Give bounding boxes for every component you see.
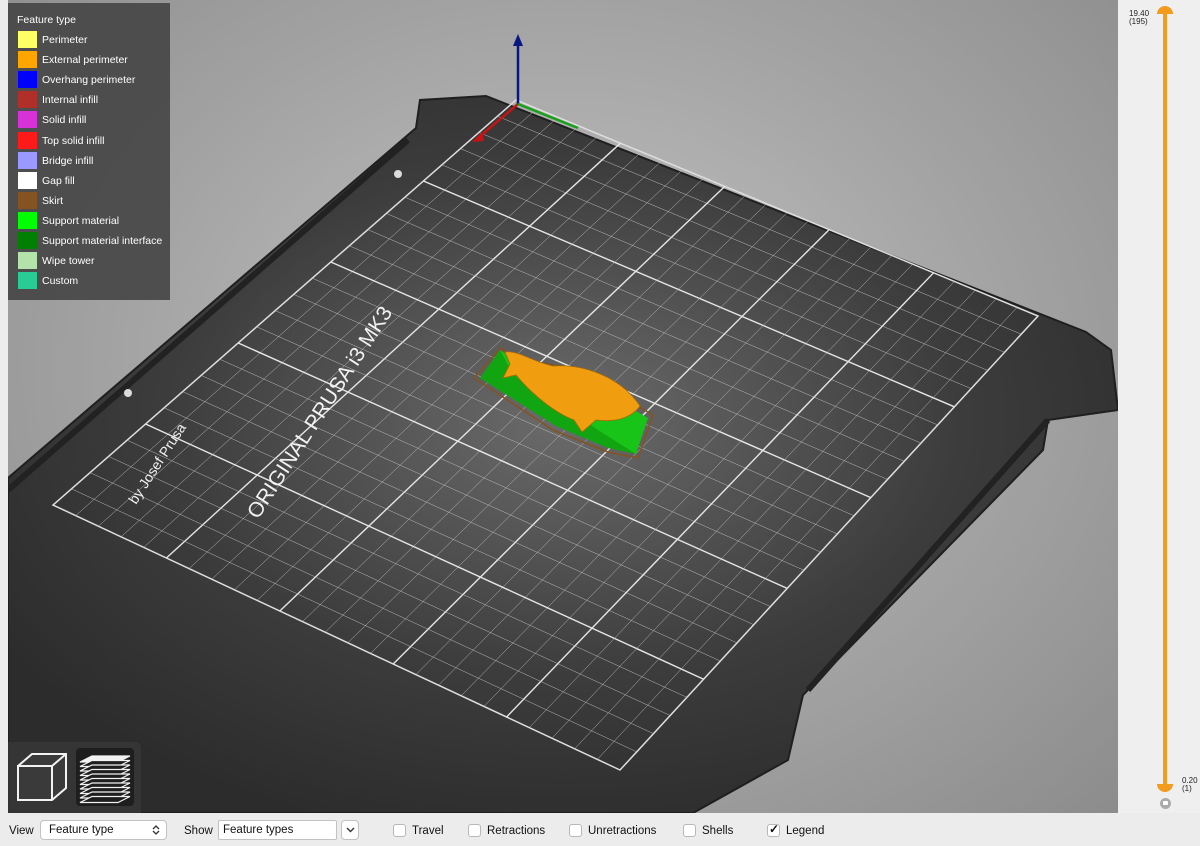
layer-slider-track[interactable] bbox=[1163, 12, 1167, 788]
legend-item-label: Wipe tower bbox=[42, 255, 95, 268]
bed-hole bbox=[124, 389, 132, 397]
view-type-value: Feature type bbox=[49, 824, 114, 836]
bottom-layer-number: (1) bbox=[1182, 784, 1192, 793]
show-features-dropdown-button[interactable] bbox=[341, 820, 359, 840]
legend-item: Skirt bbox=[18, 191, 168, 212]
legend-item-label: Top solid infill bbox=[42, 134, 105, 147]
legend-item-label: External perimeter bbox=[42, 54, 128, 67]
legend-item: Gap fill bbox=[18, 171, 168, 192]
view-mode-toolbar bbox=[8, 742, 141, 813]
checkbox-legend[interactable] bbox=[767, 822, 780, 837]
legend-item: Solid infill bbox=[18, 111, 168, 131]
bed-hole bbox=[394, 170, 402, 178]
checkbox-unretractions[interactable] bbox=[569, 824, 582, 837]
legend-swatch bbox=[18, 151, 37, 169]
legend-item-label: Support material bbox=[42, 214, 120, 227]
3d-view-button[interactable] bbox=[14, 748, 72, 806]
layer-slider-panel bbox=[1118, 0, 1200, 813]
z-axis-icon bbox=[513, 34, 523, 46]
legend-item-label: Custom bbox=[42, 275, 79, 288]
legend-swatch bbox=[18, 31, 37, 48]
show-features-value: Feature types bbox=[223, 824, 294, 836]
show-features-input[interactable]: Feature types bbox=[218, 820, 337, 840]
chevron-down-icon bbox=[346, 827, 355, 833]
legend-item-label: Skirt bbox=[42, 194, 63, 207]
legend-item: Internal infill bbox=[18, 91, 168, 111]
view-label: View bbox=[9, 825, 34, 837]
legend-item: Perimeter bbox=[18, 31, 168, 51]
legend-item: Custom bbox=[18, 272, 168, 292]
checkbox-label-travel[interactable]: Travel bbox=[412, 825, 444, 837]
preview-toolbar: View Feature type Show Feature types Tra… bbox=[0, 813, 1200, 846]
legend-swatch bbox=[18, 232, 37, 249]
checkbox-retractions[interactable] bbox=[468, 824, 481, 837]
checkbox-label-unretractions[interactable]: Unretractions bbox=[588, 825, 656, 837]
checkbox-label-shells[interactable]: Shells bbox=[702, 825, 733, 837]
legend-swatch bbox=[18, 171, 37, 189]
show-label: Show bbox=[184, 825, 213, 837]
legend-swatch bbox=[18, 51, 37, 69]
legend-item: Overhang perimeter bbox=[18, 71, 168, 91]
legend-swatch bbox=[18, 111, 37, 129]
top-layer-number: (195) bbox=[1129, 17, 1148, 26]
legend-item: Top solid infill bbox=[18, 131, 168, 152]
layers-view-icon bbox=[79, 755, 131, 804]
legend-swatch bbox=[18, 131, 37, 149]
layers-view-button[interactable] bbox=[76, 748, 134, 806]
legend-item: Bridge infill bbox=[18, 151, 168, 172]
checkbox-shells[interactable] bbox=[683, 824, 696, 837]
legend-title: Feature type bbox=[17, 14, 76, 26]
view-type-select[interactable]: Feature type bbox=[40, 820, 167, 840]
legend-panel: Feature type Perimeter External perimeter… bbox=[8, 3, 170, 300]
legend-swatch bbox=[18, 71, 37, 89]
legend-item-label: Overhang perimeter bbox=[42, 74, 136, 87]
cube-view-icon bbox=[17, 753, 67, 801]
legend-swatch bbox=[18, 252, 37, 270]
3d-viewport[interactable]: ORIGINAL PRUSA i3 MK3 by Josef Prusa Fea… bbox=[8, 0, 1118, 813]
legend-item-label: Internal infill bbox=[42, 94, 99, 107]
legend-item: Support material bbox=[18, 211, 168, 232]
legend-swatch bbox=[18, 191, 37, 209]
checkbox-label-retractions[interactable]: Retractions bbox=[487, 825, 545, 837]
legend-swatch bbox=[18, 211, 37, 229]
legend-item-label: Solid infill bbox=[42, 114, 87, 127]
legend-swatch bbox=[18, 272, 37, 290]
print-bed bbox=[8, 94, 1118, 813]
legend-item: Wipe tower bbox=[18, 252, 168, 272]
legend-swatch bbox=[18, 91, 37, 109]
lock-icon[interactable] bbox=[1160, 798, 1171, 809]
checkbox-label-legend[interactable]: Legend bbox=[786, 825, 824, 837]
legend-item-label: Gap fill bbox=[42, 174, 75, 187]
legend-item-label: Bridge infill bbox=[42, 154, 94, 167]
bed-scene: ORIGINAL PRUSA i3 MK3 by Josef Prusa bbox=[8, 34, 1118, 813]
legend-item: External perimeter bbox=[18, 51, 168, 71]
updown-icon bbox=[152, 825, 160, 835]
legend-item-label: Perimeter bbox=[42, 34, 88, 46]
checkbox-travel[interactable] bbox=[393, 824, 406, 837]
legend-item: Support material interface bbox=[18, 232, 168, 252]
legend-item-label: Support material interface bbox=[42, 235, 163, 247]
